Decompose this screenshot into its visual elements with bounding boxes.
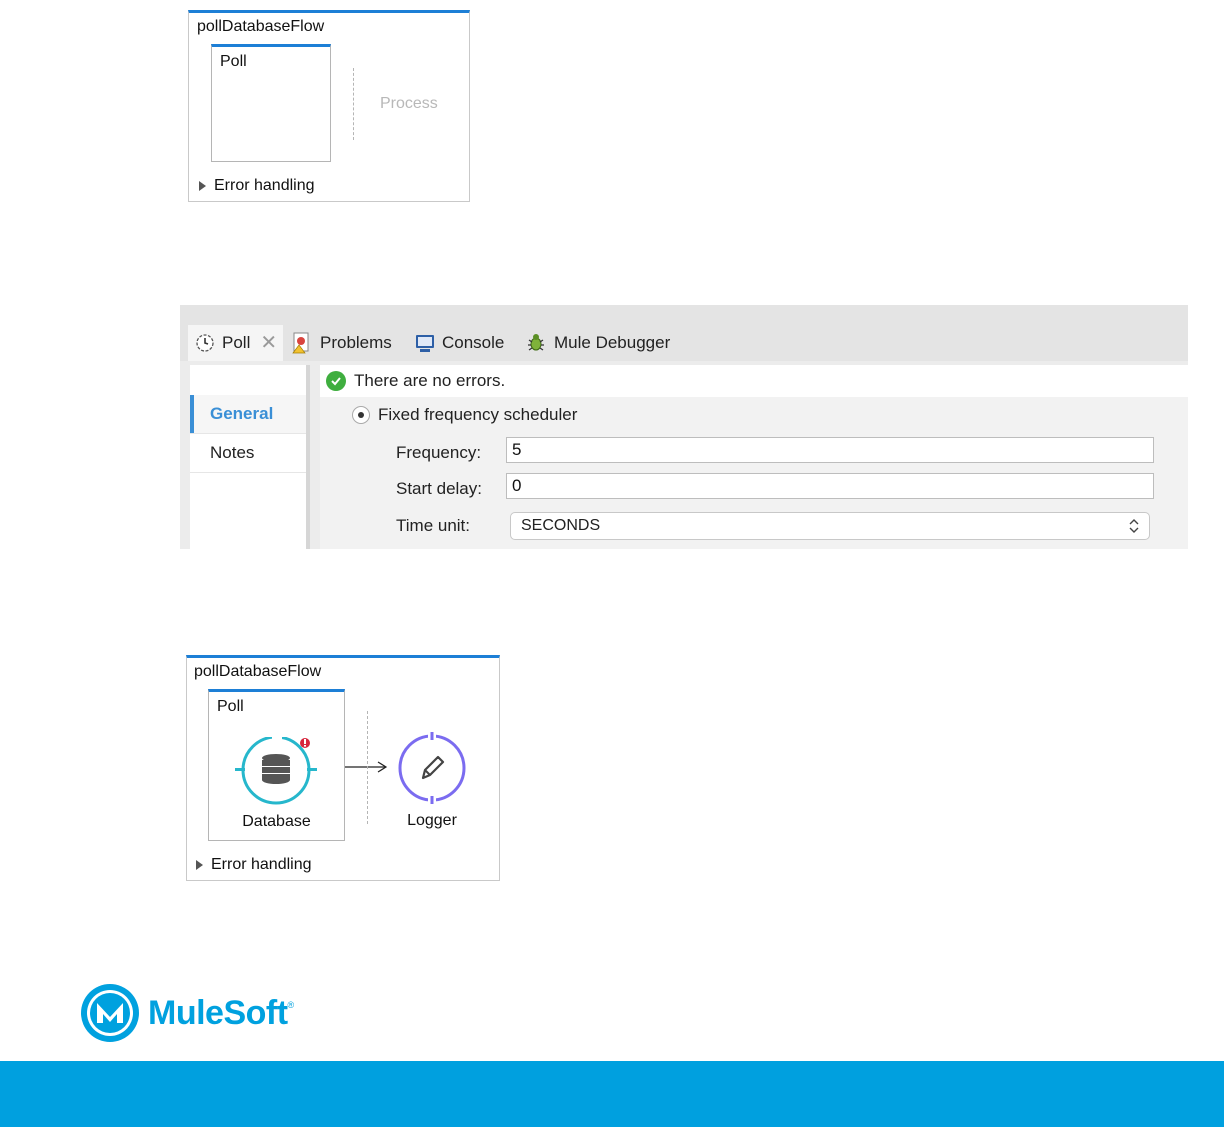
flow-canvas-1[interactable]: pollDatabaseFlow Poll Process Error hand… [188, 10, 470, 202]
view-tab-bar: Poll ✕ Problems Console Mule Debugger [180, 305, 1188, 361]
properties-panel: Poll ✕ Problems Console Mule Debugger Ge… [180, 305, 1188, 549]
tab-poll[interactable]: Poll ✕ [188, 325, 284, 361]
sidebar-item-general[interactable]: General [190, 395, 306, 433]
clock-icon [196, 334, 214, 352]
chevron-updown-icon [1129, 519, 1139, 533]
time-unit-select[interactable]: SECONDS [510, 512, 1150, 540]
frequency-field[interactable] [506, 437, 1154, 463]
check-icon [326, 371, 346, 391]
error-handling-label: Error handling [214, 177, 315, 194]
bug-icon [528, 334, 544, 351]
poll-scope-label: Poll [220, 53, 247, 70]
properties-sidebar: General Notes [190, 365, 306, 549]
sidebar-item-label: General [210, 404, 274, 423]
tab-console-label: Console [442, 333, 505, 352]
process-divider [353, 68, 354, 140]
tab-console[interactable]: Console [414, 325, 504, 361]
expand-triangle-icon[interactable] [196, 860, 203, 870]
tab-problems[interactable]: Problems [290, 325, 392, 361]
start-delay-field[interactable] [506, 473, 1154, 499]
frequency-label: Frequency: [396, 443, 482, 462]
mulesoft-logo: MuleSoft ® [80, 983, 294, 1043]
mulesoft-logo-icon [81, 984, 139, 1042]
poll-scope[interactable]: Poll [211, 44, 331, 162]
fixed-frequency-label: Fixed frequency scheduler [378, 405, 578, 424]
database-label: Database [242, 813, 311, 830]
trademark: ® [287, 1000, 295, 1010]
close-icon[interactable]: ✕ [260, 333, 277, 353]
time-unit-label: Time unit: [396, 516, 471, 535]
flow-title: pollDatabaseFlow [197, 18, 325, 35]
logger-label: Logger [407, 812, 457, 829]
radio-button[interactable] [352, 406, 370, 424]
validation-message: There are no errors. [320, 365, 1188, 397]
expand-triangle-icon[interactable] [199, 181, 206, 191]
problems-icon [292, 332, 309, 354]
tab-poll-label: Poll [222, 333, 251, 352]
sidebar-item-notes[interactable]: Notes [190, 434, 306, 472]
sidebar-splitter[interactable] [306, 365, 310, 549]
tab-problems-label: Problems [320, 333, 392, 352]
tab-mule-debugger[interactable]: Mule Debugger [524, 325, 670, 361]
flow-title: pollDatabaseFlow [194, 663, 322, 680]
fixed-frequency-option[interactable]: Fixed frequency scheduler [352, 405, 577, 425]
flow-canvas-2[interactable]: pollDatabaseFlow Poll Database Logger Er… [186, 655, 500, 881]
properties-content: There are no errors. Fixed frequency sch… [320, 365, 1188, 549]
tab-mule-debugger-label: Mule Debugger [554, 333, 671, 352]
error-handling-toggle[interactable]: Error handling [199, 177, 315, 195]
footer-bar [0, 1061, 1224, 1127]
process-placeholder: Process [380, 95, 438, 112]
sidebar-item-label: Notes [210, 443, 255, 462]
error-handling-label: Error handling [211, 856, 312, 873]
database-component-icon[interactable] [234, 737, 320, 805]
mulesoft-logo-text: MuleSoft [148, 993, 288, 1032]
error-handling-toggle[interactable]: Error handling [196, 856, 312, 874]
logger-component-icon[interactable] [396, 732, 468, 804]
console-icon [416, 335, 434, 352]
poll-scope-label: Poll [217, 698, 244, 715]
start-delay-label: Start delay: [396, 479, 482, 498]
process-divider [367, 711, 368, 824]
time-unit-value: SECONDS [521, 517, 601, 534]
sidebar-divider [190, 472, 306, 473]
validation-text: There are no errors. [354, 371, 506, 390]
